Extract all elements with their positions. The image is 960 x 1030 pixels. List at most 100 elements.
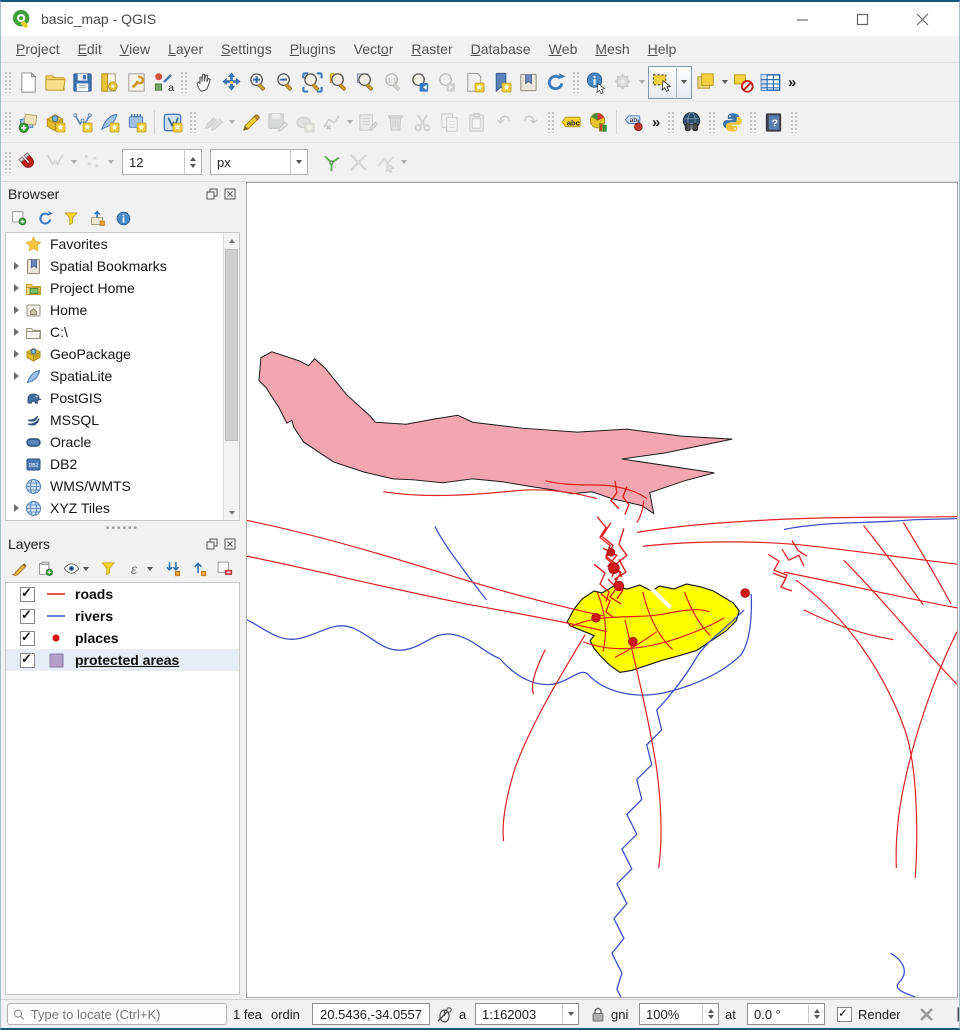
snapping-tolerance-spinbox[interactable]: 12 <box>122 149 202 175</box>
new-virtual-layer-icon[interactable] <box>159 109 186 136</box>
browser-item-wms[interactable]: WMS/WMTS <box>6 475 224 497</box>
browser-item-spatial-bookmarks[interactable]: Spatial Bookmarks <box>6 255 224 277</box>
toolbar-grip[interactable] <box>180 71 188 93</box>
close-button[interactable] <box>909 8 935 30</box>
extents-icon[interactable] <box>436 1006 453 1023</box>
snapping-type-dropdown-icon[interactable] <box>108 160 114 164</box>
zoom-last-icon[interactable] <box>407 69 434 96</box>
browser-item-project-home[interactable]: Project Home <box>6 277 224 299</box>
tracing-dropdown-icon[interactable] <box>401 160 407 164</box>
copy-features-icon[interactable] <box>436 109 463 136</box>
properties-info-icon[interactable] <box>114 210 132 228</box>
zoom-full-icon[interactable] <box>299 69 326 96</box>
layer-row-rivers[interactable]: rivers <box>6 605 239 627</box>
select-by-value-dropdown-icon[interactable] <box>722 80 728 84</box>
collapse-all-layers-icon[interactable] <box>189 560 207 578</box>
spin-up-icon[interactable] <box>190 157 196 161</box>
delete-selected-icon[interactable] <box>382 109 409 136</box>
menu-vector[interactable]: Vector <box>345 36 403 62</box>
run-feature-action-icon[interactable] <box>610 69 637 96</box>
current-edits-dropdown-icon[interactable] <box>229 120 235 124</box>
scroll-down-icon[interactable] <box>224 505 239 520</box>
refresh-map-icon[interactable] <box>542 69 569 96</box>
browser-item-mssql[interactable]: MSSQL <box>6 409 224 431</box>
new-shapefile-layer-icon[interactable] <box>69 109 96 136</box>
new-project-icon[interactable] <box>15 69 42 96</box>
spinner-buttons[interactable] <box>702 1005 718 1023</box>
select-features-by-value-icon[interactable] <box>693 69 720 96</box>
redo-icon[interactable]: ↷ <box>517 109 544 136</box>
browser-scrollbar[interactable] <box>223 233 239 520</box>
show-spatial-bookmarks-icon[interactable] <box>488 69 515 96</box>
menu-layer[interactable]: Layer <box>159 36 212 62</box>
pan-to-selection-icon[interactable] <box>218 69 245 96</box>
lock-scale-icon[interactable] <box>591 1007 605 1022</box>
snapping-units-combo[interactable]: px <box>210 149 308 175</box>
filter-legend-icon[interactable] <box>99 560 117 578</box>
open-project-icon[interactable] <box>42 69 69 96</box>
browser-item-postgis[interactable]: PostGIS <box>6 387 224 409</box>
expression-filter-dropdown-icon[interactable] <box>147 567 153 571</box>
float-panel-icon[interactable] <box>205 187 219 201</box>
select-features-dropdown[interactable] <box>676 68 691 97</box>
menu-settings[interactable]: Settings <box>212 36 281 62</box>
open-attribute-table-icon[interactable] <box>757 69 784 96</box>
new-spatial-bookmark-icon[interactable] <box>461 69 488 96</box>
layer-checkbox[interactable] <box>20 609 35 624</box>
save-project-icon[interactable] <box>69 69 96 96</box>
modify-attributes-icon[interactable] <box>355 109 382 136</box>
layer-diagrams-icon[interactable] <box>585 109 612 136</box>
collapse-all-icon[interactable] <box>88 210 106 228</box>
toggle-editing-icon[interactable] <box>237 109 264 136</box>
layer-labeling-icon[interactable]: abc <box>558 109 585 136</box>
toolbar-overflow-icon[interactable]: » <box>784 74 800 91</box>
menu-view[interactable]: View <box>111 36 159 62</box>
browser-item-home[interactable]: Home <box>6 299 224 321</box>
combo-arrow[interactable] <box>290 150 307 174</box>
run-action-dropdown-icon[interactable] <box>639 80 645 84</box>
toolbar-grip[interactable] <box>547 111 555 133</box>
cut-features-icon[interactable] <box>409 109 436 136</box>
snapping-mode-dropdown-icon[interactable] <box>71 160 77 164</box>
browser-item-xyz-tiles[interactable]: XYZ Tiles <box>6 497 224 519</box>
metasearch-icon[interactable] <box>678 109 705 136</box>
undo-icon[interactable]: ↶ <box>490 109 517 136</box>
toolbar-grip[interactable] <box>749 111 757 133</box>
zoom-to-selection-icon[interactable] <box>326 69 353 96</box>
float-panel-icon[interactable] <box>205 537 219 551</box>
layer-row-places[interactable]: places <box>6 627 239 649</box>
scrollbar-thumb[interactable] <box>225 249 238 441</box>
maximize-button[interactable] <box>849 8 875 30</box>
menu-edit[interactable]: Edit <box>69 36 111 62</box>
layer-row-roads[interactable]: roads <box>6 583 239 605</box>
scale-dropdown[interactable] <box>562 1005 578 1023</box>
current-edits-icon[interactable] <box>200 109 227 136</box>
locate-input[interactable] <box>29 1006 221 1023</box>
add-group-icon[interactable] <box>36 560 54 578</box>
spinner-buttons[interactable] <box>184 150 201 174</box>
close-panel-icon[interactable] <box>223 187 237 201</box>
deselect-features-icon[interactable] <box>730 69 757 96</box>
layout-manager-icon[interactable] <box>96 69 123 96</box>
zoom-next-icon[interactable] <box>434 69 461 96</box>
close-panel-icon[interactable] <box>223 537 237 551</box>
menu-web[interactable]: Web <box>540 36 587 62</box>
map-canvas[interactable] <box>246 182 958 998</box>
zoom-out-icon[interactable] <box>272 69 299 96</box>
toolbar-grip[interactable] <box>790 111 798 133</box>
map-themes-dropdown-icon[interactable] <box>83 567 89 571</box>
snapping-intersection-icon[interactable] <box>345 149 372 176</box>
label-pin-icon[interactable]: ab <box>621 109 648 136</box>
scale-combo[interactable]: 1:162003 <box>475 1003 579 1025</box>
spin-down-icon[interactable] <box>190 164 196 168</box>
expression-filter-icon[interactable]: ε <box>125 560 143 578</box>
browser-item-c-drive[interactable]: C:\ <box>6 321 224 343</box>
browser-item-spatialite[interactable]: SpatiaLite <box>6 365 224 387</box>
zoom-in-icon[interactable] <box>245 69 272 96</box>
toolbar-grip[interactable] <box>4 71 12 93</box>
new-spatialite-layer-icon[interactable] <box>96 109 123 136</box>
snapping-mode-icon[interactable] <box>42 149 69 176</box>
menu-database[interactable]: Database <box>462 36 540 62</box>
zoom-to-layer-icon[interactable] <box>353 69 380 96</box>
select-features-icon[interactable] <box>649 69 676 96</box>
